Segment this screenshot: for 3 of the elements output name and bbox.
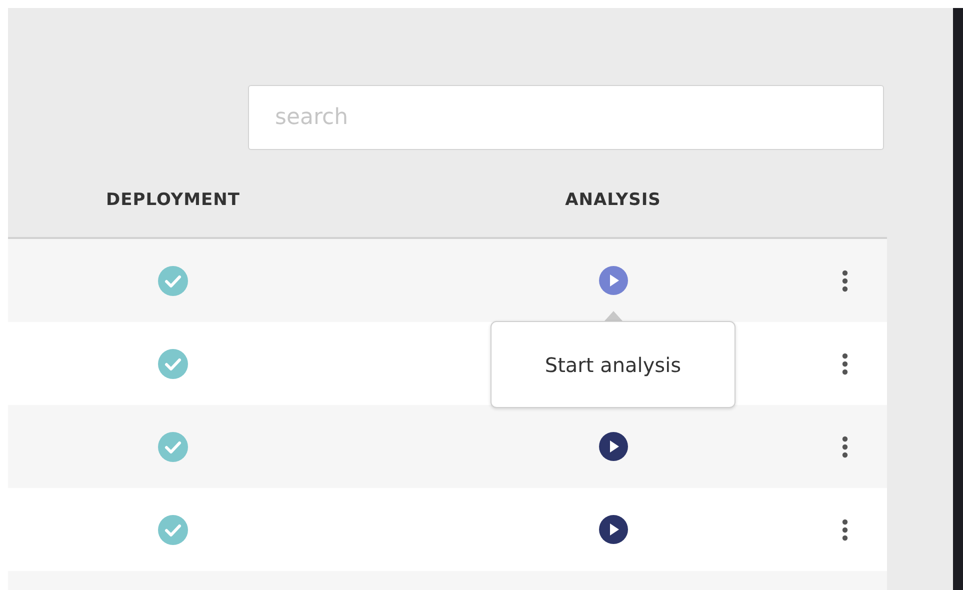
column-header: ANALYSIS bbox=[565, 190, 661, 210]
tooltip: Start analysis bbox=[490, 321, 736, 408]
column-header: DEPLOYMENT bbox=[106, 190, 240, 210]
